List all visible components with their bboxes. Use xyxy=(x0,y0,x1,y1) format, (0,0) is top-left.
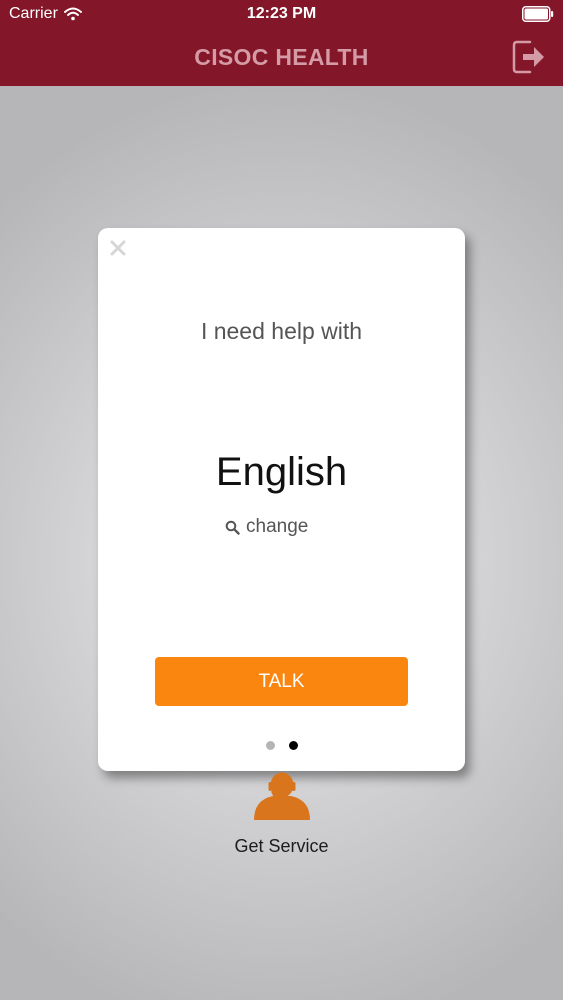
selected-language: English xyxy=(215,450,348,494)
app-screen: Carrier 12:23 PM CISOC HEALTH I need hel… xyxy=(0,0,563,1000)
app-header: Carrier 12:23 PM CISOC HEALTH xyxy=(0,0,563,86)
logout-icon[interactable] xyxy=(511,37,547,77)
agent-headset-icon[interactable] xyxy=(253,772,311,820)
help-prompt: I need help with xyxy=(200,318,363,344)
change-language-link[interactable]: change xyxy=(225,516,308,538)
app-title: CISOC HEALTH xyxy=(194,44,369,70)
status-time: 12:23 PM xyxy=(246,5,317,22)
page-dot-active[interactable] xyxy=(288,741,298,750)
search-icon xyxy=(225,520,240,535)
talk-button[interactable]: TALK xyxy=(155,657,408,706)
language-dialog: I need help with English change TALK xyxy=(98,228,465,771)
status-bar: Carrier 12:23 PM xyxy=(0,0,563,28)
nav-bar: CISOC HEALTH xyxy=(0,28,563,86)
page-indicator xyxy=(98,741,465,750)
battery-full-icon xyxy=(522,6,554,22)
close-icon[interactable] xyxy=(108,238,128,258)
change-label: change xyxy=(246,516,309,537)
page-dot[interactable] xyxy=(265,741,275,750)
get-service-label[interactable]: Get Service xyxy=(0,836,563,857)
